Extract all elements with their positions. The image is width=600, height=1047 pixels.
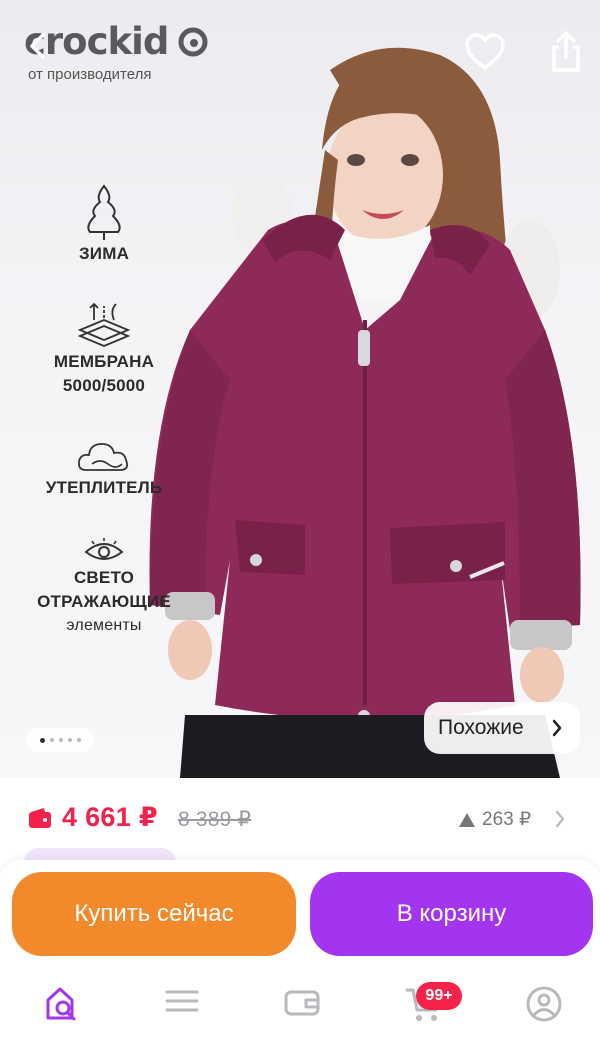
old-price: 8 389 ₽	[178, 808, 252, 831]
carousel-dot	[67, 738, 72, 742]
feature-reflective-line1: СВЕТО	[73, 568, 135, 587]
feature-reflective: СВЕТО ОТРАЖАЮЩИЕ элементы	[24, 536, 184, 638]
similar-button-label: Похожие	[438, 716, 524, 739]
menu-icon	[165, 990, 199, 1012]
price-row: 4 661 ₽ 8 389 ₽ 263 ₽	[0, 790, 600, 846]
similar-button[interactable]: Похожие	[424, 702, 580, 754]
carousel-dot	[58, 738, 63, 742]
brand-subtitle: от производителя	[28, 66, 152, 83]
cloud-icon	[77, 443, 129, 471]
add-to-cart-button[interactable]: В корзину	[310, 872, 593, 956]
bottom-nav	[0, 970, 600, 1047]
price-drop-value: 263 ₽	[482, 809, 532, 830]
price-drop[interactable]: 263 ₽	[458, 808, 565, 831]
feature-insulation: УТЕПЛИТЕЛЬ	[24, 436, 184, 500]
logo-mark-icon	[178, 27, 208, 57]
chevron-right-icon	[552, 719, 562, 737]
profile-icon	[526, 986, 562, 1022]
wallet-icon	[29, 808, 51, 828]
carousel-dot	[49, 738, 54, 742]
eye-icon	[84, 538, 124, 560]
feature-membrane-label: МЕМБРАНА 5000/5000	[53, 352, 155, 395]
product-image[interactable]: crockid от производителя ЗИМА МЕМБРАНА 5…	[0, 0, 600, 778]
wallet-outline-icon	[284, 990, 320, 1016]
feature-winter: ЗИМА	[24, 182, 184, 266]
feature-winter-label: ЗИМА	[78, 244, 130, 263]
nav-catalog[interactable]	[152, 984, 212, 1032]
triangle-up-icon	[459, 812, 475, 827]
carousel-indicator[interactable]	[26, 728, 94, 752]
action-bar: Купить сейчас В корзину	[0, 860, 600, 970]
buy-now-button[interactable]: Купить сейчас	[12, 872, 296, 956]
share-button[interactable]	[546, 30, 586, 74]
chevron-left-icon	[30, 33, 45, 59]
feature-insulation-label: УТЕПЛИТЕЛЬ	[45, 478, 163, 497]
tree-icon	[87, 184, 121, 240]
home-search-icon	[46, 987, 76, 1021]
nav-wallet[interactable]	[272, 984, 332, 1032]
share-icon	[552, 31, 580, 72]
chevron-right-icon	[555, 810, 565, 828]
cart-count-badge: 99+	[416, 982, 462, 1010]
carousel-dot	[76, 738, 81, 742]
feature-membrane: МЕМБРАНА 5000/5000	[24, 300, 184, 398]
feature-reflective-line3: элементы	[66, 617, 142, 634]
favorite-button[interactable]	[464, 32, 506, 72]
back-button[interactable]	[20, 28, 56, 64]
feature-reflective-line2: ОТРАЖАЮЩИЕ	[37, 592, 171, 611]
carousel-dot	[39, 737, 45, 743]
current-price: 4 661 ₽	[62, 802, 158, 832]
membrane-icon	[77, 302, 131, 347]
nav-home[interactable]	[32, 984, 92, 1032]
top-bar: crockid от производителя	[0, 0, 600, 100]
heart-icon	[465, 33, 505, 70]
nav-profile[interactable]	[514, 984, 574, 1032]
